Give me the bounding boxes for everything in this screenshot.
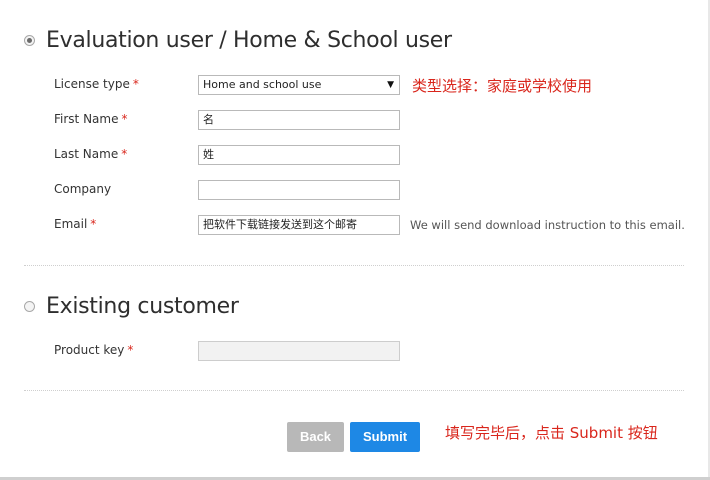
first-name-field[interactable]: 名 bbox=[198, 110, 400, 130]
license-type-annotation: 类型选择：家庭或学校使用 bbox=[412, 77, 593, 95]
email-label: Email * bbox=[54, 217, 97, 231]
license-type-select[interactable]: Home and school use ▼ bbox=[198, 75, 400, 95]
email-field[interactable]: 把软件下载链接发送到这个邮寄 bbox=[198, 215, 400, 235]
first-name-label: First Name * bbox=[54, 112, 128, 126]
evaluation-section-title: Evaluation user / Home & School user bbox=[46, 28, 452, 53]
license-type-value: Home and school use bbox=[203, 78, 322, 91]
last-name-field[interactable]: 姓 bbox=[198, 145, 400, 165]
license-type-label: License type * bbox=[54, 77, 139, 91]
existing-section-header: Existing customer bbox=[24, 294, 239, 319]
section-divider bbox=[24, 265, 684, 266]
submit-button[interactable]: Submit bbox=[350, 422, 420, 452]
product-key-label: Product key * bbox=[54, 343, 134, 357]
last-name-label: Last Name * bbox=[54, 147, 128, 161]
evaluation-section-header: Evaluation user / Home & School user bbox=[24, 28, 452, 53]
existing-section-title: Existing customer bbox=[46, 294, 239, 319]
email-note: We will send download instruction to thi… bbox=[410, 218, 685, 232]
chevron-down-icon: ▼ bbox=[387, 80, 394, 90]
back-button[interactable]: Back bbox=[287, 422, 344, 452]
section-divider bbox=[24, 390, 684, 391]
company-label: Company bbox=[54, 182, 112, 196]
submit-annotation: 填写完毕后，点击 Submit 按钮 bbox=[445, 424, 658, 442]
company-field[interactable] bbox=[198, 180, 400, 200]
existing-customer-radio[interactable] bbox=[24, 301, 35, 312]
evaluation-user-radio[interactable] bbox=[24, 35, 35, 46]
product-key-field[interactable] bbox=[198, 341, 400, 361]
